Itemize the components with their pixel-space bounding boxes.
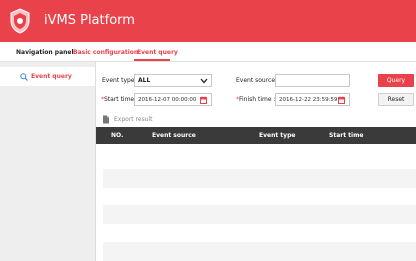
start-time-value: 2016-12-07 00:00:00: [138, 97, 197, 103]
column-header-event-source[interactable]: Event source: [152, 131, 196, 140]
chevron-down-icon: [200, 78, 208, 84]
query-button[interactable]: Query: [378, 74, 414, 87]
calendar-icon[interactable]: [200, 96, 207, 104]
finish-time-value: 2016-12-22 23:59:59: [279, 97, 338, 103]
sidebar-item-label: Event query: [31, 73, 72, 80]
tab-event-query[interactable]: Event query: [137, 48, 178, 57]
top-navigation: Navigation panel Basic configuration Eve…: [0, 42, 416, 62]
start-time-label: *Start time :: [101, 95, 138, 104]
export-icon: [103, 115, 109, 124]
shield-icon: [10, 8, 30, 34]
finish-time-label-text: Finish time :: [239, 96, 276, 103]
export-result-label: Export result: [114, 116, 153, 123]
event-type-label: Event type :: [102, 77, 139, 84]
search-icon: [20, 73, 28, 81]
calendar-icon[interactable]: [338, 96, 345, 104]
finish-time-input[interactable]: 2016-12-22 23:59:59: [275, 93, 350, 106]
column-header-no[interactable]: NO.: [111, 131, 123, 140]
table-row[interactable]: [103, 205, 416, 224]
event-type-select[interactable]: ALL: [134, 74, 212, 87]
sidebar-item-event-query[interactable]: Event query: [0, 67, 95, 86]
active-tab-indicator: [134, 59, 170, 61]
table-header: NO. Event source Event type Start time: [96, 127, 416, 144]
event-type-value: ALL: [138, 77, 151, 84]
tab-basic-configuration[interactable]: Basic configuration: [73, 48, 138, 57]
column-header-start-time[interactable]: Start time: [329, 131, 363, 140]
app-title: iVMS Platform: [44, 13, 135, 28]
event-source-input[interactable]: [275, 74, 350, 87]
table-row[interactable]: [103, 169, 416, 188]
app-header: iVMS Platform: [0, 0, 416, 42]
sidebar: Event query: [0, 62, 96, 261]
finish-time-label: *Finish time :: [236, 95, 275, 104]
tab-navigation-panel[interactable]: Navigation panel: [16, 48, 74, 57]
start-time-input[interactable]: 2016-12-07 00:00:00: [134, 93, 212, 106]
event-source-label: Event source :: [236, 77, 279, 84]
start-time-label-text: Start time :: [104, 96, 139, 103]
table-row[interactable]: [103, 242, 416, 261]
reset-button[interactable]: Reset: [378, 93, 414, 106]
column-header-event-type[interactable]: Event type: [259, 131, 295, 140]
